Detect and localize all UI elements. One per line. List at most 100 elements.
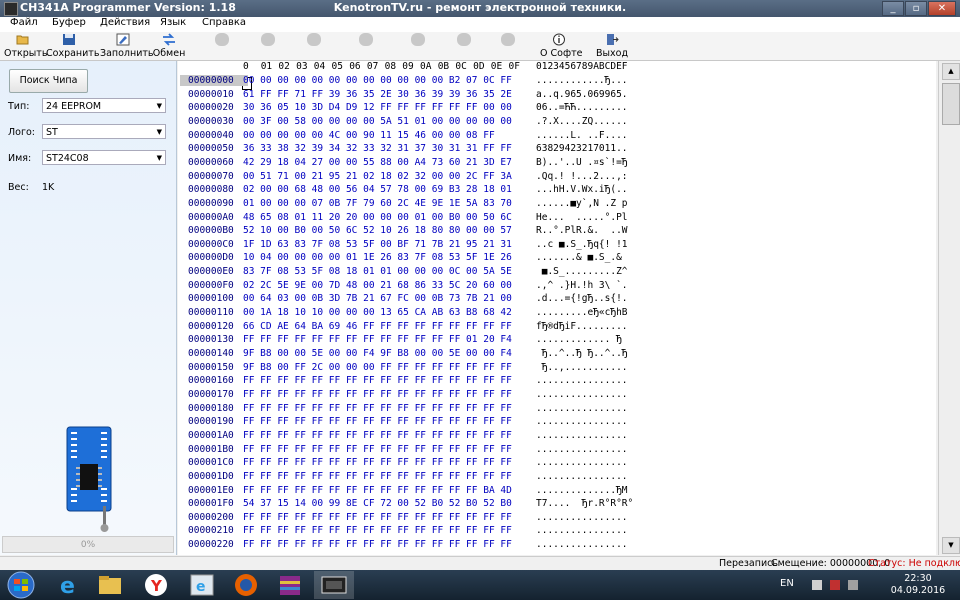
verify-button[interactable] — [304, 32, 324, 60]
row-ascii[interactable]: .......& ■.S_.& — [536, 252, 622, 263]
tray-icons[interactable] — [812, 577, 872, 593]
auto-button[interactable] — [356, 32, 376, 60]
row-ascii[interactable]: ................ — [536, 471, 628, 482]
hex-row[interactable]: 000000E0 83 7F 08 53 5F 08 18 01 01 00 00… — [178, 266, 936, 280]
row-ascii[interactable]: B)..'..U .¤s`!=Ђ — [536, 157, 628, 168]
row-ascii[interactable]: ................ — [536, 416, 628, 427]
scroll-up-icon[interactable]: ▲ — [942, 63, 960, 80]
ie-icon[interactable]: e — [48, 571, 88, 599]
hex-row[interactable]: 000001E0 FF FF FF FF FF FF FF FF FF FF FF… — [178, 485, 936, 499]
vertical-scrollbar[interactable]: ▲ ▼ — [938, 61, 960, 555]
row-ascii[interactable]: .?.X....ZQ...... — [536, 116, 628, 127]
row-ascii[interactable]: ................ — [536, 525, 628, 536]
hex-row[interactable]: 00000070 00 51 71 00 21 95 21 02 18 02 32… — [178, 171, 936, 185]
swap-button[interactable]: Обмен — [152, 32, 186, 60]
hex-row[interactable]: 00000160 FF FF FF FF FF FF FF FF FF FF FF… — [178, 375, 936, 389]
row-hex-bytes[interactable]: 00 64 03 00 0B 3D 7B 21 67 FC 00 0B 73 7… — [243, 293, 512, 304]
row-hex-bytes[interactable]: 02 2C 5E 9E 00 7D 48 00 21 68 86 33 5C 2… — [243, 280, 512, 291]
row-ascii[interactable]: ..c ■.S_.Ђq{! !1 — [536, 239, 628, 250]
clock[interactable]: 22:30 04.09.2016 — [888, 573, 948, 597]
row-ascii[interactable]: ......L. ..F.... — [536, 130, 628, 141]
row-hex-bytes[interactable]: 42 29 18 04 27 00 00 55 88 00 A4 73 60 2… — [243, 157, 512, 168]
save-button[interactable]: Сохранить — [46, 32, 99, 60]
hex-row[interactable]: 00000170 FF FF FF FF FF FF FF FF FF FF FF… — [178, 389, 936, 403]
row-ascii[interactable]: ■.S_.........Z^ — [536, 266, 628, 277]
row-ascii[interactable]: ......■y`,N .Z p — [536, 198, 628, 209]
row-hex-bytes[interactable]: FF FF FF FF FF FF FF FF FF FF FF FF FF F… — [243, 403, 512, 414]
windows-start-icon[interactable] — [2, 571, 40, 599]
hex-row[interactable]: 00000190 FF FF FF FF FF FF FF FF FF FF FF… — [178, 416, 936, 430]
row-hex-bytes[interactable]: 10 04 00 00 00 00 01 1E 26 83 7F 08 53 5… — [243, 252, 512, 263]
row-ascii[interactable]: Ђ..,........... — [536, 362, 628, 373]
write-button[interactable] — [258, 32, 278, 60]
erase-button[interactable] — [408, 32, 428, 60]
hex-row[interactable]: 000000B0 52 10 00 B0 00 50 6C 52 10 26 18… — [178, 225, 936, 239]
row-hex-bytes[interactable]: FF FF FF FF FF FF FF FF FF FF FF FF FF F… — [243, 416, 512, 427]
row-hex-bytes[interactable]: FF FF FF FF FF FF FF FF FF FF FF FF FF F… — [243, 485, 512, 496]
row-hex-bytes[interactable]: FF FF FF FF FF FF FF FF FF FF FF FF FF F… — [243, 512, 512, 523]
minimize-button[interactable]: _ — [882, 1, 904, 16]
row-hex-bytes[interactable]: 00 1A 18 10 10 00 00 00 13 65 CA AB 63 B… — [243, 307, 512, 318]
row-ascii[interactable]: ................ — [536, 375, 628, 386]
row-ascii[interactable]: .........eЂ«cЂhB — [536, 307, 628, 318]
hex-row[interactable]: 000001C0 FF FF FF FF FF FF FF FF FF FF FF… — [178, 457, 936, 471]
row-hex-bytes[interactable]: 48 65 08 01 11 20 20 00 00 00 01 00 B0 0… — [243, 212, 512, 223]
hex-row[interactable]: 00000210 FF FF FF FF FF FF FF FF FF FF FF… — [178, 525, 936, 539]
hex-row[interactable]: 00000110 00 1A 18 10 10 00 00 00 13 65 CA… — [178, 307, 936, 321]
row-hex-bytes[interactable]: 1F 1D 63 83 7F 08 53 5F 00 BF 71 7B 21 9… — [243, 239, 512, 250]
row-hex-bytes[interactable]: 9F B8 00 00 5E 00 00 F4 9F B8 00 00 5E 0… — [243, 348, 512, 359]
row-hex-bytes[interactable]: FF FF FF FF FF FF FF FF FF FF FF FF FF F… — [243, 430, 512, 441]
hex-row[interactable]: 000000C0 1F 1D 63 83 7F 08 53 5F 00 BF 71… — [178, 239, 936, 253]
hex-row[interactable]: 00000010 61 FF FF 71 FF 39 36 35 2E 30 36… — [178, 89, 936, 103]
row-ascii[interactable]: ................ — [536, 539, 628, 550]
hex-row[interactable]: 00000220 FF FF FF FF FF FF FF FF FF FF FF… — [178, 539, 936, 553]
row-ascii[interactable]: .,^ .}H.!h 3\ `. — [536, 280, 628, 291]
hex-row[interactable]: 00000120 66 CD AE 64 BA 69 46 FF FF FF FF… — [178, 321, 936, 335]
row-hex-bytes[interactable]: FF FF FF FF FF FF FF FF FF FF FF FF FF F… — [243, 457, 512, 468]
blank-check-button[interactable] — [454, 32, 474, 60]
ie-shortcut-icon[interactable]: e — [182, 571, 222, 599]
close-button[interactable]: ✕ — [928, 1, 956, 16]
row-hex-bytes[interactable]: 61 FF FF 71 FF 39 36 35 2E 30 36 39 39 3… — [243, 89, 512, 100]
menu-actions[interactable]: Действия — [100, 17, 150, 28]
hex-row[interactable]: 000001A0 FF FF FF FF FF FF FF FF FF FF FF… — [178, 430, 936, 444]
hex-row[interactable]: 00000080 02 00 00 68 48 00 56 04 57 78 00… — [178, 184, 936, 198]
row-hex-bytes[interactable]: FF FF FF FF FF FF FF FF FF FF FF FF FF 0… — [243, 334, 512, 345]
winrar-icon[interactable] — [270, 571, 310, 599]
row-hex-bytes[interactable]: 52 10 00 B0 00 50 6C 52 10 26 18 80 80 0… — [243, 225, 512, 236]
hex-row[interactable]: 000001F0 54 37 15 14 00 99 8E CF 72 00 52… — [178, 498, 936, 512]
name-select[interactable]: ST24C08 ▼ — [42, 150, 166, 165]
row-ascii[interactable]: 63829423217011.. — [536, 143, 628, 154]
row-ascii[interactable]: ............. Ђ — [536, 334, 622, 345]
maximize-button[interactable]: ▫ — [905, 1, 927, 16]
type-select[interactable]: 24 EEPROM ▼ — [42, 98, 166, 113]
hex-row[interactable]: 00000040 00 00 00 00 00 4C 00 90 11 15 46… — [178, 130, 936, 144]
hex-row[interactable]: 000001D0 FF FF FF FF FF FF FF FF FF FF FF… — [178, 471, 936, 485]
row-ascii[interactable]: ................ — [536, 389, 628, 400]
row-ascii[interactable]: .Qq.! !...2...,: — [536, 171, 628, 182]
row-hex-bytes[interactable]: FF FF FF FF FF FF FF FF FF FF FF FF FF F… — [243, 444, 512, 455]
row-ascii[interactable]: .d...={!gЂ..s{!. — [536, 293, 628, 304]
row-ascii[interactable]: R..°.PlR.&. ..W — [536, 225, 628, 236]
row-ascii[interactable]: ................ — [536, 430, 628, 441]
menu-language[interactable]: Язык — [160, 17, 186, 28]
row-hex-bytes[interactable]: FF FF FF FF FF FF FF FF FF FF FF FF FF F… — [243, 389, 512, 400]
row-ascii[interactable]: ................ — [536, 444, 628, 455]
hex-row[interactable]: 00000130 FF FF FF FF FF FF FF FF FF FF FF… — [178, 334, 936, 348]
hex-row[interactable]: 00000100 00 64 03 00 0B 3D 7B 21 67 FC 00… — [178, 293, 936, 307]
row-ascii[interactable]: ................ — [536, 512, 628, 523]
menu-file[interactable]: Файл — [10, 17, 38, 28]
row-ascii[interactable]: ............Ђ... — [536, 75, 628, 86]
hex-row[interactable]: 00000200 FF FF FF FF FF FF FF FF FF FF FF… — [178, 512, 936, 526]
row-hex-bytes[interactable]: 54 37 15 14 00 99 8E CF 72 00 52 B0 52 B… — [243, 498, 512, 509]
hex-row[interactable]: 000000F0 02 2C 5E 9E 00 7D 48 00 21 68 86… — [178, 280, 936, 294]
row-ascii[interactable]: ..............ЂM — [536, 485, 628, 496]
row-hex-bytes[interactable]: FF FF FF FF FF FF FF FF FF FF FF FF FF F… — [243, 375, 512, 386]
row-ascii[interactable]: ................ — [536, 403, 628, 414]
row-hex-bytes[interactable]: 36 33 38 32 39 34 32 33 32 31 37 30 31 3… — [243, 143, 512, 154]
search-chip-button[interactable]: Поиск Чипа — [9, 69, 88, 93]
row-hex-bytes[interactable]: 00 00 00 00 00 00 00 00 00 00 00 00 B2 0… — [243, 75, 512, 86]
row-hex-bytes[interactable]: FF FF FF FF FF FF FF FF FF FF FF FF FF F… — [243, 471, 512, 482]
row-hex-bytes[interactable]: 00 51 71 00 21 95 21 02 18 02 32 00 00 2… — [243, 171, 512, 182]
row-hex-bytes[interactable]: 9F B8 00 FF 2C 00 00 00 FF FF FF FF FF F… — [243, 362, 512, 373]
